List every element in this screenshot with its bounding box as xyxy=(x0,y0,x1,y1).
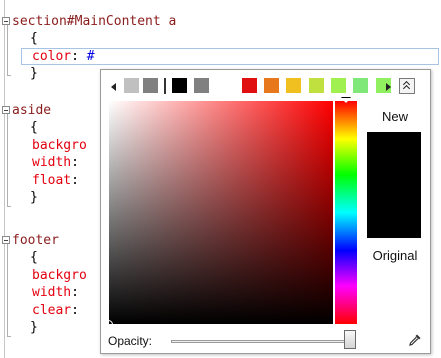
code-token: float xyxy=(32,173,72,188)
hue-marker-inner xyxy=(341,98,351,103)
outline-guide-end xyxy=(7,206,11,207)
outline-guide-end xyxy=(7,75,11,76)
color-swatch-dark-gray[interactable] xyxy=(194,78,209,93)
code-token: } xyxy=(30,66,38,81)
code-token: backgro xyxy=(32,138,87,153)
code-line[interactable]: footer xyxy=(12,232,59,249)
code-line[interactable]: float: xyxy=(32,172,79,189)
code-token: footer xyxy=(12,233,59,248)
code-line[interactable]: { xyxy=(30,30,38,47)
color-swatch-yellow-green[interactable] xyxy=(309,78,324,93)
code-line[interactable]: } xyxy=(30,65,38,82)
new-color-label: New xyxy=(381,109,408,124)
code-token: } xyxy=(30,190,38,205)
code-token: : xyxy=(71,285,79,300)
color-preview-swatch xyxy=(367,132,421,238)
sv-field-cursor[interactable] xyxy=(104,320,113,329)
outline-guide xyxy=(7,114,8,206)
code-token: backgro xyxy=(32,268,87,283)
arrow-left-icon[interactable] xyxy=(111,83,116,91)
double-chevron-up-icon[interactable] xyxy=(399,78,415,94)
code-token: { xyxy=(30,250,38,265)
code-line[interactable]: { xyxy=(30,119,38,136)
code-line[interactable]: } xyxy=(30,189,38,206)
code-token: } xyxy=(30,320,38,335)
editor-margin-line xyxy=(4,0,5,358)
code-line[interactable]: aside xyxy=(12,102,51,119)
code-line[interactable]: clear: xyxy=(32,302,79,319)
color-swatch-black[interactable] xyxy=(172,78,187,93)
opacity-slider-track[interactable] xyxy=(171,340,355,343)
fold-toggle-footer[interactable] xyxy=(2,236,10,244)
opacity-slider-thumb[interactable] xyxy=(344,330,356,349)
outline-guide-end xyxy=(7,336,11,337)
code-line[interactable]: section#MainContent a xyxy=(12,13,176,30)
code-token: : xyxy=(71,173,79,188)
code-token: section#MainContent a xyxy=(12,14,177,29)
outline-guide xyxy=(7,244,8,336)
original-color-label[interactable]: Original xyxy=(363,248,427,263)
color-swatch-yellow[interactable] xyxy=(286,78,301,93)
code-token: clear xyxy=(32,303,72,318)
code-line[interactable]: width: xyxy=(32,154,79,171)
color-swatch-gray[interactable] xyxy=(143,78,158,93)
color-swatch-red[interactable] xyxy=(242,78,257,93)
code-token: width xyxy=(32,155,72,170)
code-line[interactable]: } xyxy=(30,319,38,336)
code-token: aside xyxy=(12,103,52,118)
code-token: # xyxy=(86,49,95,64)
arrow-right-icon[interactable] xyxy=(386,83,391,91)
code-line[interactable]: color: # xyxy=(32,48,95,65)
outline-guide xyxy=(7,25,8,75)
opacity-label: Opacity: xyxy=(108,334,153,348)
code-line[interactable]: backgro xyxy=(32,267,87,284)
code-token: : xyxy=(71,303,79,318)
code-line[interactable]: { xyxy=(30,249,38,266)
color-swatch-light-gray[interactable] xyxy=(124,78,139,93)
code-token: : xyxy=(71,49,87,64)
code-token: width xyxy=(32,285,72,300)
fold-toggle-section[interactable] xyxy=(2,17,10,25)
color-swatch-light-green[interactable] xyxy=(331,78,346,93)
fold-toggle-aside[interactable] xyxy=(2,106,10,114)
code-line[interactable]: width: xyxy=(32,284,79,301)
color-swatch-orange[interactable] xyxy=(264,78,279,93)
swatch-separator xyxy=(164,78,166,94)
code-token: color xyxy=(32,49,72,64)
color-picker-popup[interactable]: New Original Opacity: xyxy=(100,69,431,354)
hue-slider[interactable] xyxy=(335,97,357,324)
saturation-value-field[interactable] xyxy=(104,101,333,329)
code-line[interactable]: backgro xyxy=(32,137,87,154)
color-swatch-green[interactable] xyxy=(353,78,368,93)
eyedropper-icon[interactable] xyxy=(408,333,422,347)
code-token: { xyxy=(30,120,38,135)
code-token: { xyxy=(30,31,38,46)
code-token: : xyxy=(71,155,79,170)
